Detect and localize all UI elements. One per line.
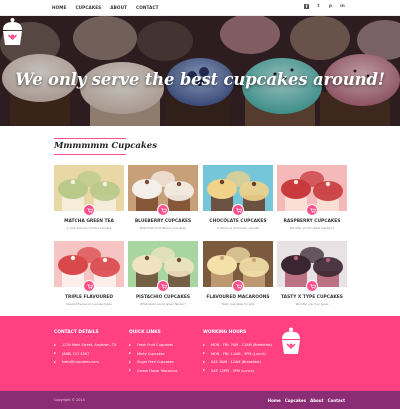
cupcakes-section: Mmmmmm Cupcakes MATCHA GREEN TEA A very d…	[0, 126, 400, 316]
social-links: f t p in	[304, 4, 345, 9]
footer: CONTACT DETAILS 1234 Main Street, Anytow…	[0, 316, 400, 391]
hours-item: SAT: 8AM - 12AM (Breakfast)	[203, 360, 272, 364]
add-to-cart-button[interactable]	[83, 204, 95, 216]
product-card[interactable]: BLUEBERRY CUPCAKES Best fresh fruit flavo…	[128, 165, 198, 230]
footer-nav: Home Cupcakes About Contact	[268, 398, 345, 403]
add-to-cart-button[interactable]	[232, 280, 244, 292]
product-description: Best fresh fruit flavour Cupcakes	[140, 226, 186, 230]
section-divider-top	[54, 138, 126, 139]
product-card[interactable]: TASTY X TYPE CUPCAKES We offer you four t…	[277, 241, 347, 306]
add-to-cart-button[interactable]	[157, 204, 169, 216]
product-name[interactable]: RASPBERRY CUPCAKES	[277, 219, 347, 224]
cart-icon	[160, 208, 167, 213]
product-name[interactable]: TRIPLE FLAVOURED	[54, 295, 124, 300]
product-card[interactable]: RASPBERRY CUPCAKES We offer you the best …	[277, 165, 347, 230]
footer-links: QUICK LINKS Fresh Fruit Cupcakes Minty C…	[129, 330, 178, 377]
hero-title: We only serve the best cupcakes around!	[15, 70, 385, 89]
product-name[interactable]: FLAVOURED MACAROONS	[203, 295, 273, 300]
footer-link[interactable]: Minty Cupcakes	[129, 352, 178, 356]
add-to-cart-button[interactable]	[157, 280, 169, 292]
footer-link[interactable]: Sugar Free Cupcakes	[129, 360, 178, 364]
product-description: We offer you four types	[295, 302, 329, 306]
nav-contact[interactable]: CONTACT	[136, 5, 159, 10]
nav-home[interactable]: HOME	[52, 5, 67, 10]
footer-contact-heading: CONTACT DETAILS	[54, 330, 99, 335]
copyright-text: Copyright © 2014	[54, 398, 85, 402]
footer-nav-home[interactable]: Home	[268, 398, 281, 403]
footer-link[interactable]: Fresh Fruit Cupcakes	[129, 343, 178, 347]
product-name[interactable]: MATCHA GREEN TEA	[54, 219, 124, 224]
contact-email[interactable]: hello@cupcakes.com	[54, 360, 116, 364]
facebook-icon[interactable]: f	[304, 4, 309, 9]
product-description: Tasty Cupcakes for kids	[221, 302, 255, 306]
cart-icon	[309, 208, 316, 213]
contact-address: 1234 Main Street, Anytown, TX	[54, 343, 116, 347]
product-card[interactable]: PISTACHIO CUPCAKES What about some green …	[128, 241, 198, 306]
hours-item: MON - FRI: 11AM - 3PM (Lunch)	[203, 352, 272, 356]
product-card[interactable]: CHOCOLATE CUPCAKES A delicious chocolate …	[203, 165, 273, 230]
nav-about[interactable]: ABOUT	[110, 5, 127, 10]
product-name[interactable]: BLUEBERRY CUPCAKES	[128, 219, 198, 224]
product-description: A very delicious mocha cupcake	[66, 226, 112, 230]
product-description: We offer you the best raspberry	[289, 226, 335, 230]
product-name[interactable]: TASTY X TYPE CUPCAKES	[277, 295, 347, 300]
cart-icon	[160, 284, 167, 289]
footer-cupcake-icon	[282, 327, 300, 354]
product-card[interactable]: FLAVOURED MACAROONS Tasty Cupcakes for ki…	[203, 241, 273, 306]
main-nav: HOME CUPCAKES ABOUT CONTACT	[52, 5, 159, 10]
add-to-cart-button[interactable]	[232, 204, 244, 216]
section-divider-bottom	[54, 154, 126, 155]
add-to-cart-button[interactable]	[306, 204, 318, 216]
cart-icon	[86, 208, 93, 213]
product-card[interactable]: TRIPLE FLAVOURED Several flavoured cupcak…	[54, 241, 124, 306]
product-name[interactable]: PISTACHIO CUPCAKES	[128, 295, 198, 300]
footer-nav-cupcakes[interactable]: Cupcakes	[285, 398, 306, 403]
bottom-bar: Copyright © 2014 Home Cupcakes About Con…	[0, 391, 400, 409]
product-card[interactable]: MATCHA GREEN TEA A very delicious mocha c…	[54, 165, 124, 230]
cart-icon	[86, 284, 93, 289]
nav-cupcakes[interactable]: CUPCAKES	[76, 5, 102, 10]
cart-icon	[235, 208, 242, 213]
hours-item: MON - FRI: 7AM - 11AM (Breakfast)	[203, 343, 272, 347]
footer-hours: WORKING HOURS MON - FRI: 7AM - 11AM (Bre…	[203, 330, 272, 377]
page: HOME CUPCAKES ABOUT CONTACT f t p in We …	[0, 0, 400, 409]
add-to-cart-button[interactable]	[83, 280, 95, 292]
footer-hours-heading: WORKING HOURS	[203, 330, 247, 335]
twitter-icon[interactable]: t	[316, 4, 321, 9]
product-description: Several flavoured cupcake types	[66, 302, 112, 306]
product-description: A delicious chocolate cupcake	[216, 226, 260, 230]
footer-nav-contact[interactable]: Contact	[328, 398, 345, 403]
footer-link[interactable]: Carrot Flavor Macarons	[129, 369, 178, 373]
add-to-cart-button[interactable]	[306, 280, 318, 292]
linkedin-icon[interactable]: in	[340, 4, 345, 9]
contact-phone[interactable]: (888) 123 4567	[54, 352, 116, 356]
pinterest-icon[interactable]: p	[328, 4, 333, 9]
footer-contact: CONTACT DETAILS 1234 Main Street, Anytow…	[54, 330, 116, 369]
cart-icon	[235, 284, 242, 289]
cart-icon	[309, 284, 316, 289]
cupcake-logo-icon	[3, 18, 22, 45]
product-description: What about some green flavour?	[140, 302, 186, 306]
hero-banner: We only serve the best cupcakes around!	[0, 16, 400, 126]
section-title: Mmmmmm Cupcakes	[54, 141, 157, 151]
hours-item: SAT: 12PM - 3PM (Lunch)	[203, 369, 272, 373]
top-navbar: HOME CUPCAKES ABOUT CONTACT f t p in	[0, 0, 400, 16]
footer-links-heading: QUICK LINKS	[129, 330, 161, 335]
footer-nav-about[interactable]: About	[310, 398, 323, 403]
product-name[interactable]: CHOCOLATE CUPCAKES	[203, 219, 273, 224]
